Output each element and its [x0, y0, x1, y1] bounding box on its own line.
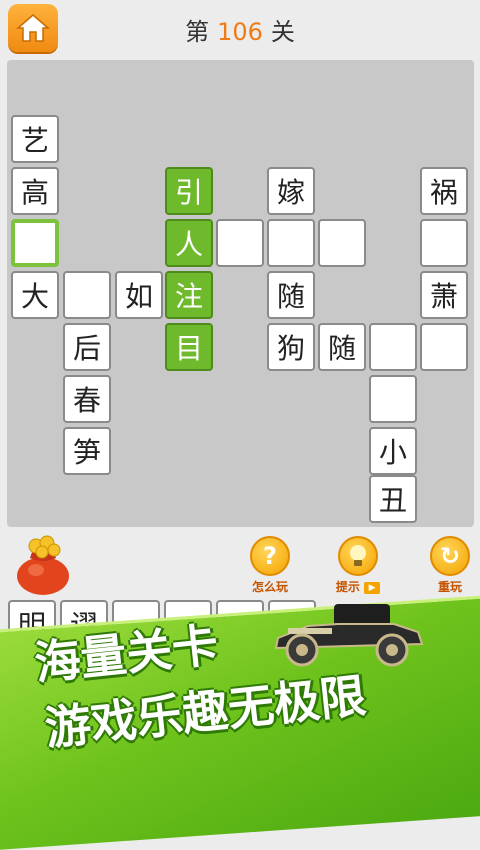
level-suffix: 关: [270, 18, 295, 46]
board-cell[interactable]: 艺: [11, 115, 59, 163]
board-cell[interactable]: 小: [369, 427, 417, 475]
board-cell[interactable]: [369, 323, 417, 371]
board-cell[interactable]: 萧: [420, 271, 468, 319]
hint-label: 提示 ▶: [330, 578, 386, 595]
board-cell[interactable]: 随: [318, 323, 366, 371]
board-cell[interactable]: 狗: [267, 323, 315, 371]
question-icon: ?: [250, 536, 290, 576]
coin-bag-icon[interactable]: [14, 532, 72, 596]
board-cell[interactable]: [267, 219, 315, 267]
board-cell[interactable]: [420, 219, 468, 267]
board-cell[interactable]: 如: [115, 271, 163, 319]
level-prefix: 第: [185, 18, 210, 46]
board-cell-selected[interactable]: [11, 219, 59, 267]
video-icon: ▶: [364, 581, 381, 594]
board-cell-solved[interactable]: 人: [165, 219, 213, 267]
board-cell-solved[interactable]: 注: [165, 271, 213, 319]
level-number: 106: [217, 18, 263, 46]
board-cell[interactable]: 笋: [63, 427, 111, 475]
lightbulb-icon: [338, 536, 378, 576]
how-to-play-button[interactable]: ? 怎么玩: [242, 536, 298, 594]
board-cell[interactable]: [63, 271, 111, 319]
hint-text: 提示: [335, 580, 360, 594]
how-to-play-label: 怎么玩: [251, 580, 288, 594]
board-cell[interactable]: 高: [11, 167, 59, 215]
board-cell[interactable]: 随: [267, 271, 315, 319]
board-cell[interactable]: [318, 219, 366, 267]
board-cell[interactable]: 丑: [369, 475, 417, 523]
level-title: 第 106 关: [0, 12, 480, 47]
replay-button[interactable]: ↻ 重玩: [422, 536, 478, 594]
board-cell[interactable]: 嫁: [267, 167, 315, 215]
board-cell-solved[interactable]: 引: [165, 167, 213, 215]
top-bar: 第 106 关: [0, 0, 480, 56]
board-cell[interactable]: [420, 323, 468, 371]
hint-button[interactable]: 提示 ▶: [330, 536, 386, 594]
board-cell[interactable]: 祸: [420, 167, 468, 215]
board-cell[interactable]: [216, 219, 264, 267]
replay-label: 重玩: [437, 580, 462, 594]
board-cell[interactable]: [369, 375, 417, 423]
board-cell-solved[interactable]: 目: [165, 323, 213, 371]
board-cell[interactable]: 春: [63, 375, 111, 423]
crossword-board: 艺 高 大 如 后 春 笋 引 人 注 目 嫁 随 狗 随 祸 萧 小 丑: [7, 60, 474, 527]
vintage-car-icon: [274, 604, 424, 667]
board-cell[interactable]: 大: [11, 271, 59, 319]
board-cell[interactable]: 后: [63, 323, 111, 371]
replay-icon: ↻: [430, 536, 470, 576]
